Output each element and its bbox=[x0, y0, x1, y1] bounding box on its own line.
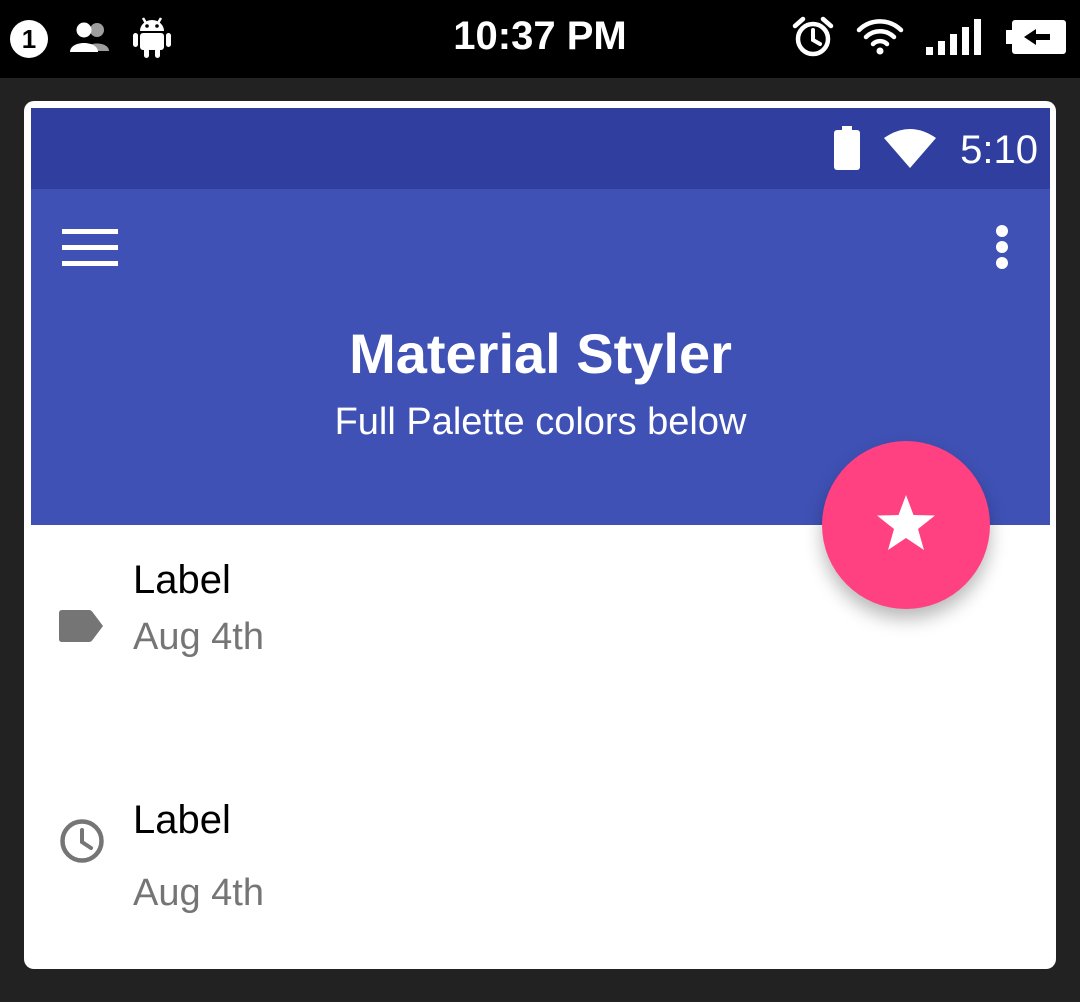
list-item-primary: Label bbox=[133, 798, 231, 842]
menu-icon[interactable] bbox=[55, 223, 119, 279]
list-item-primary: Label bbox=[133, 558, 231, 602]
wifi-icon bbox=[884, 128, 937, 173]
system-status-right bbox=[792, 16, 1066, 62]
list-item-secondary: Aug 4th bbox=[133, 616, 264, 658]
more-vert-icon[interactable] bbox=[982, 219, 1022, 275]
star-icon bbox=[876, 494, 936, 557]
page-title: Material Styler bbox=[349, 322, 732, 385]
clock-icon bbox=[59, 818, 105, 869]
list-item[interactable]: Label Aug 4th bbox=[31, 798, 1050, 928]
favorite-fab-button[interactable] bbox=[822, 441, 990, 609]
signal-icon bbox=[926, 18, 984, 60]
wifi-icon bbox=[856, 18, 904, 61]
app-preview-frame: 5:10 Material Styler Full Palette colors… bbox=[24, 101, 1056, 969]
list-item-secondary: Aug 4th bbox=[133, 872, 264, 914]
system-status-bar: 1 10:37 PM bbox=[0, 0, 1080, 78]
page-subtitle: Full Palette colors below bbox=[334, 401, 747, 443]
app-screen: 5:10 Material Styler Full Palette colors… bbox=[31, 108, 1050, 962]
battery-charging-icon bbox=[1006, 18, 1066, 61]
app-status-bar: 5:10 bbox=[31, 108, 1050, 189]
label-icon bbox=[59, 610, 103, 647]
battery-icon bbox=[834, 125, 861, 175]
alarm-icon bbox=[792, 16, 834, 63]
app-clock: 5:10 bbox=[960, 127, 1038, 172]
